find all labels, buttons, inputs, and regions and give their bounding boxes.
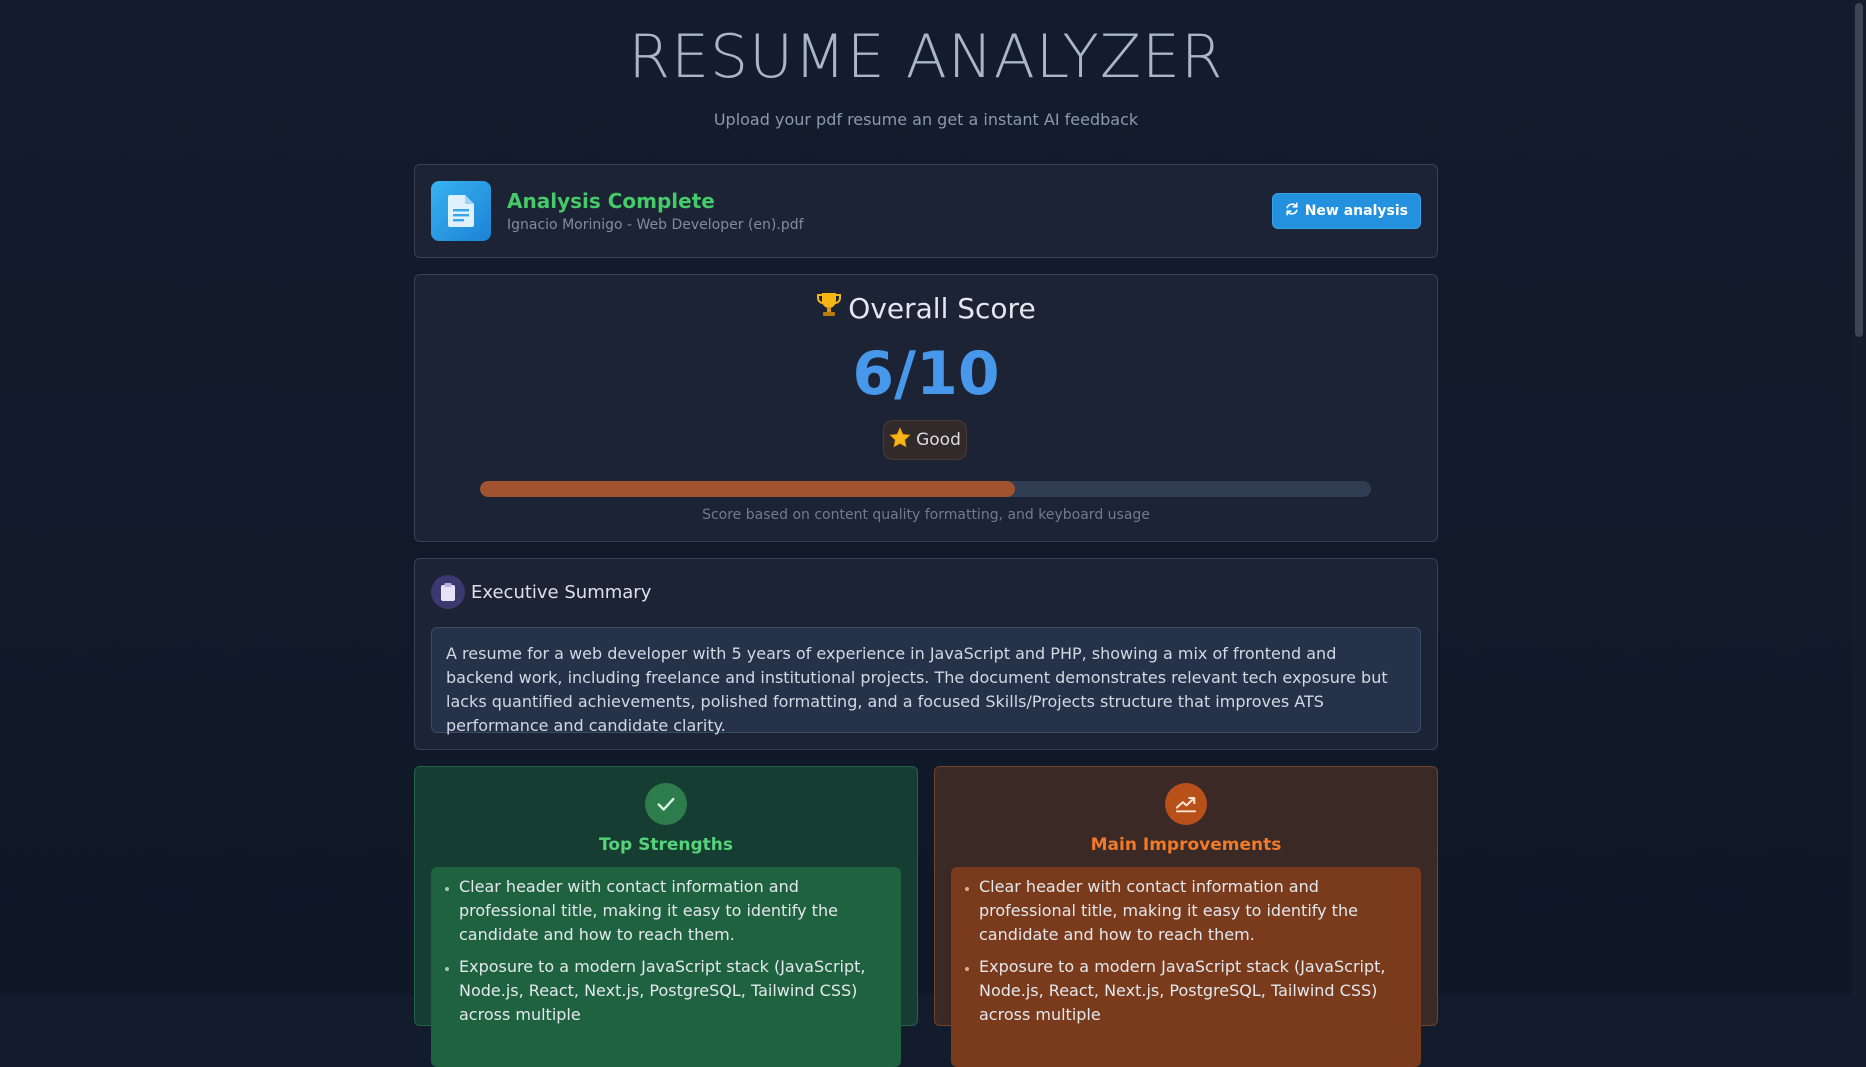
score-progress-fill (480, 481, 1015, 497)
file-name: Ignacio Morinigo - Web Developer (en).pd… (507, 217, 804, 233)
new-analysis-button[interactable]: New analysis (1271, 193, 1421, 229)
executive-summary-card: Executive Summary A resume for a web dev… (414, 558, 1438, 750)
improvements-title: Main Improvements (1090, 835, 1282, 855)
score-title: Overall Score (848, 292, 1036, 325)
score-rating-label: Good (916, 430, 961, 450)
summary-text: A resume for a web developer with 5 year… (431, 627, 1421, 735)
page-subtitle: Upload your pdf resume an get a instant … (713, 110, 1139, 129)
strengths-list: Clear header with contact information an… (431, 867, 901, 1067)
trophy-icon (816, 291, 842, 326)
score-heading: Overall Score (415, 291, 1437, 326)
overall-score-card: Overall Score 6/10 Good Score based on c… (414, 274, 1438, 542)
new-analysis-label: New analysis (1304, 203, 1408, 219)
improvements-list: Clear header with contact information an… (951, 867, 1421, 1067)
scrollbar-thumb[interactable] (1855, 3, 1863, 337)
star-icon (889, 426, 911, 454)
page-title: RESUME ANALYZER (628, 22, 1224, 92)
clipboard-icon (431, 575, 465, 609)
top-strengths-card: Top Strengths Clear header with contact … (414, 766, 918, 1067)
score-value: 6/10 (852, 339, 1000, 409)
strengths-title: Top Strengths (598, 835, 733, 855)
file-text-icon (431, 181, 491, 241)
status-title: Analysis Complete (507, 189, 715, 213)
summary-heading: Executive Summary (431, 575, 651, 609)
main-improvements-card: Main Improvements Clear header with cont… (934, 766, 1438, 1067)
refresh-icon (1285, 202, 1299, 220)
list-item: Clear header with contact information an… (979, 875, 1411, 947)
score-caption: Score based on content quality formattin… (702, 507, 1150, 523)
page-scrollbar[interactable] (1852, 0, 1866, 995)
score-rating-badge: Good (883, 420, 967, 460)
list-item: Exposure to a modern JavaScript stack (J… (979, 955, 1411, 1027)
list-item: Clear header with contact information an… (459, 875, 891, 947)
summary-title: Executive Summary (471, 581, 652, 603)
checkmark-icon (645, 783, 687, 825)
list-item: Exposure to a modern JavaScript stack (J… (459, 955, 891, 1027)
score-progress-bar (480, 481, 1371, 497)
trending-up-icon (1165, 783, 1207, 825)
analysis-status-card: Analysis Complete Ignacio Morinigo - Web… (414, 164, 1438, 258)
